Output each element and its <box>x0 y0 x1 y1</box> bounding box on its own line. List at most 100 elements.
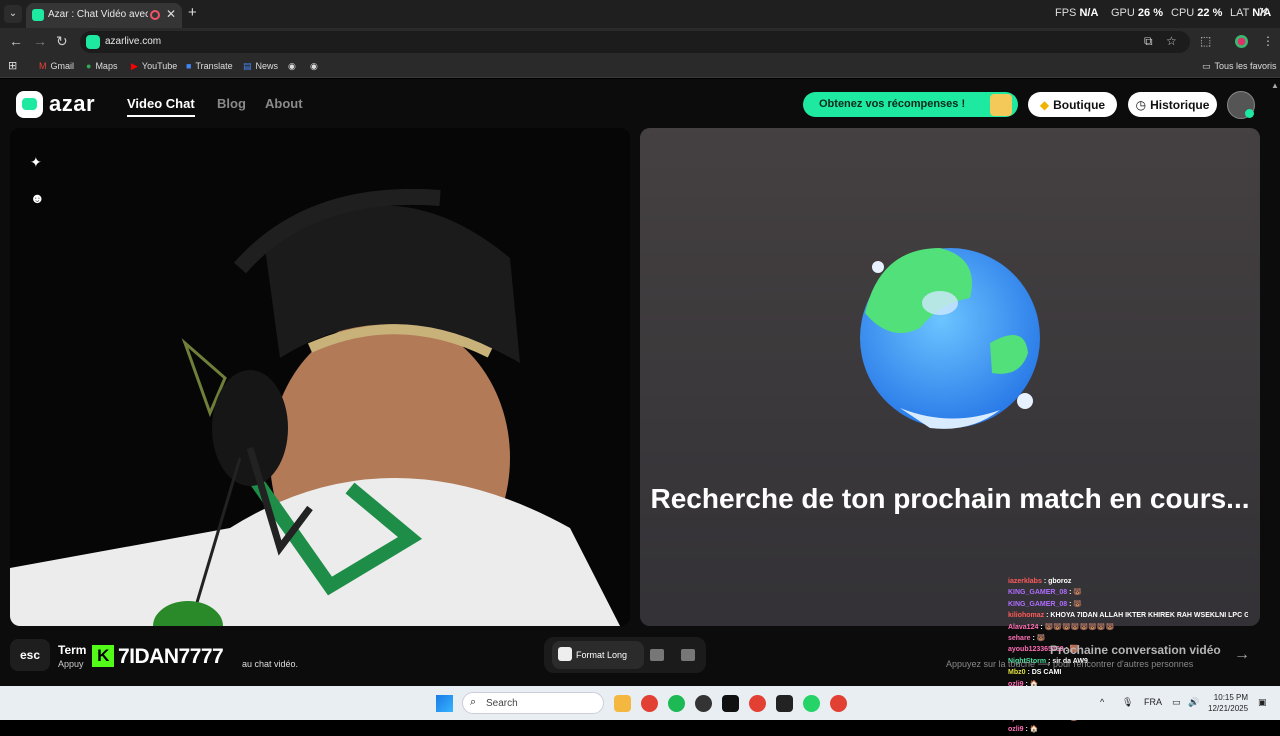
taskbar-search-box[interactable]: ⌕ Search <box>462 692 604 714</box>
tray-overflow-icon[interactable]: ^ <box>1100 697 1104 707</box>
site-info-icon[interactable] <box>86 35 100 49</box>
rewards-promo-button[interactable]: Obtenez vos récompenses ! <box>803 92 1018 117</box>
epic-games-icon[interactable] <box>776 695 793 712</box>
tab-search-menu[interactable]: ⌄ <box>4 5 22 23</box>
bookmark-youtube[interactable]: ▶ YouTube <box>131 61 177 72</box>
remote-match-view: Recherche de ton prochain match en cours… <box>640 128 1260 626</box>
chat-text: : 🐻🐻🐻🐻🐻🐻🐻🐻 <box>1040 623 1115 631</box>
reload-icon[interactable]: ↻ <box>56 33 68 50</box>
back-arrow-icon[interactable]: ← <box>9 33 23 49</box>
browser-tab-bar: ⌄ Azar : Chat Vidéo avec de n ✕ + FPS N/… <box>0 0 1280 28</box>
chat-message: KING_GAMER_08 : 🐻 <box>1008 599 1248 610</box>
new-tab-button[interactable]: + <box>188 4 197 21</box>
chat-message: iazerklabs : gboroz <box>1008 576 1248 587</box>
microphone-icon[interactable]: 🎙 <box>1122 697 1133 708</box>
nav-video-chat[interactable]: Video Chat <box>127 96 195 111</box>
gem-icon: ◆ <box>1039 98 1050 112</box>
extensions-icon[interactable]: ⬚ <box>1200 34 1211 48</box>
bookmarks-bar: ⊞ M Gmail ● Maps ▶ YouTube ■ Translate ▤ News… <box>0 56 1280 78</box>
searching-status-text: Recherche de ton prochain match en cours… <box>650 483 1250 514</box>
chrome-icon[interactable] <box>641 695 658 712</box>
recording-indicator-icon <box>150 10 160 20</box>
azar-logo-icon[interactable] <box>16 91 43 118</box>
chrome-active-icon[interactable] <box>830 695 847 712</box>
youtube-icon: ▶ <box>131 61 138 71</box>
chrome-profile-icon[interactable] <box>749 695 766 712</box>
bookmark-gmail[interactable]: M Gmail <box>39 61 74 71</box>
format-split-icon[interactable] <box>650 649 664 661</box>
file-explorer-icon[interactable] <box>614 695 631 712</box>
browser-tab-azar[interactable]: Azar : Chat Vidéo avec de n ✕ <box>26 3 182 28</box>
chat-text: : KHOYA 7IDAN ALLAH IKTER KHIREK RAH WSE… <box>1046 612 1248 620</box>
chat-message: kiliohomaz : KHOYA 7IDAN ALLAH IKTER KHI… <box>1008 610 1248 621</box>
chat-text: : 🐻 <box>1069 600 1083 608</box>
clock-icon: ◷ <box>1135 98 1147 112</box>
chat-text: : 🏠 <box>1025 726 1039 734</box>
boutique-button[interactable]: ◆ Boutique <box>1028 92 1117 117</box>
esc-key-button[interactable]: esc <box>10 639 50 671</box>
azar-page: azar Video Chat Blog About Obtenez vos r… <box>0 79 1280 733</box>
chat-text: : 🐻 <box>1069 589 1083 597</box>
nav-active-underline <box>127 115 195 117</box>
all-bookmarks-folder[interactable]: ▭ Tous les favoris <box>1202 61 1277 72</box>
extension-record-icon[interactable] <box>1235 35 1248 48</box>
folder-icon: ▭ <box>1202 61 1211 71</box>
scroll-up-arrow-icon[interactable]: ▲ <box>1271 81 1279 90</box>
next-chat-arrow-button[interactable]: → <box>1228 639 1256 671</box>
azar-favicon-icon <box>32 9 44 21</box>
notifications-icon[interactable]: ▣ <box>1258 697 1267 708</box>
bottom-controls: esc Term Appuy K 7IDAN7777 au chat vidéo.… <box>0 635 1280 686</box>
address-bar-row: ← → ↻ azarlive.com ⧉ ☆ ⬚ ⋮ <box>0 28 1280 56</box>
translate-icon: ■ <box>186 61 192 71</box>
chat-username: ozli9 <box>1008 726 1024 734</box>
bookmark-translate[interactable]: ■ Translate <box>186 61 233 71</box>
next-chat-hint: Appuyez sur la touche ⟶ pour rencontrer … <box>946 659 1194 669</box>
globe-searching-illustration <box>640 128 1260 626</box>
chat-username: iazerklabs <box>1008 578 1042 585</box>
bookmark-star-icon[interactable]: ☆ <box>1166 34 1177 48</box>
terminal-app-icon[interactable] <box>722 695 739 712</box>
kick-logo-icon: K <box>92 645 114 667</box>
nav-about[interactable]: About <box>265 96 303 111</box>
chat-text: : gboroz <box>1043 578 1072 585</box>
face-mask-icon[interactable]: ☻ <box>30 190 45 206</box>
window-close-button[interactable]: ✕ <box>1258 4 1269 20</box>
language-indicator[interactable]: FRA <box>1144 697 1162 707</box>
globe-bookmark-icon[interactable]: ◉ <box>288 61 296 72</box>
format-toggle-group: Format Long <box>544 637 706 673</box>
format-long-button[interactable]: Format Long <box>552 641 644 669</box>
browser-menu-icon[interactable]: ⋮ <box>1262 34 1274 48</box>
gpu-readout: GPU 26 % <box>1111 7 1163 19</box>
gmail-icon: M <box>39 61 47 71</box>
taskbar-clock[interactable]: 10:15 PM 12/21/2025 <box>1208 692 1248 714</box>
forward-arrow-icon[interactable]: → <box>33 33 47 49</box>
cast-icon[interactable]: ⧉ <box>1144 34 1153 49</box>
format-grid-icon[interactable] <box>681 649 695 661</box>
tab-close-icon[interactable]: ✕ <box>166 7 176 21</box>
fps-readout: FPS N/A <box>1055 7 1099 19</box>
obs-icon[interactable] <box>695 695 712 712</box>
cpu-readout: CPU 22 % <box>1171 7 1223 19</box>
nav-blog[interactable]: Blog <box>217 96 246 111</box>
chat-message: Alava124 : 🐻🐻🐻🐻🐻🐻🐻🐻 <box>1008 622 1248 633</box>
windows-start-icon[interactable] <box>436 695 453 712</box>
historique-button[interactable]: ◷ Historique <box>1128 92 1217 117</box>
bookmark-news[interactable]: ▤ News <box>243 61 278 72</box>
whatsapp-icon[interactable] <box>803 695 820 712</box>
chat-username: KING_GAMER_08 <box>1008 589 1068 597</box>
network-icon[interactable]: ▭ <box>1172 697 1181 708</box>
spotify-icon[interactable] <box>668 695 685 712</box>
search-icon: ⌕ <box>470 696 477 708</box>
volume-icon[interactable]: 🔊 <box>1188 697 1199 708</box>
chat-message: KING_GAMER_08 : 🐻 <box>1008 587 1248 598</box>
url-input[interactable]: azarlive.com <box>80 31 1190 53</box>
azar-logo-text[interactable]: azar <box>49 91 95 117</box>
apps-grid-icon[interactable]: ⊞ <box>8 59 17 72</box>
sparkle-effects-icon[interactable]: ✦ <box>30 154 42 171</box>
bookmark-maps[interactable]: ● Maps <box>86 61 117 71</box>
globe-bookmark-icon[interactable]: ◉ <box>310 61 318 72</box>
chat-username: kiliohomaz <box>1008 612 1045 620</box>
windows-taskbar: ⌕ Search ^ 🎙 FRA ▭ 🔊 10:15 PM 12/21/2025… <box>0 686 1280 720</box>
rewards-promo-label: Obtenez vos récompenses ! <box>819 98 966 110</box>
format-long-icon <box>558 647 572 661</box>
